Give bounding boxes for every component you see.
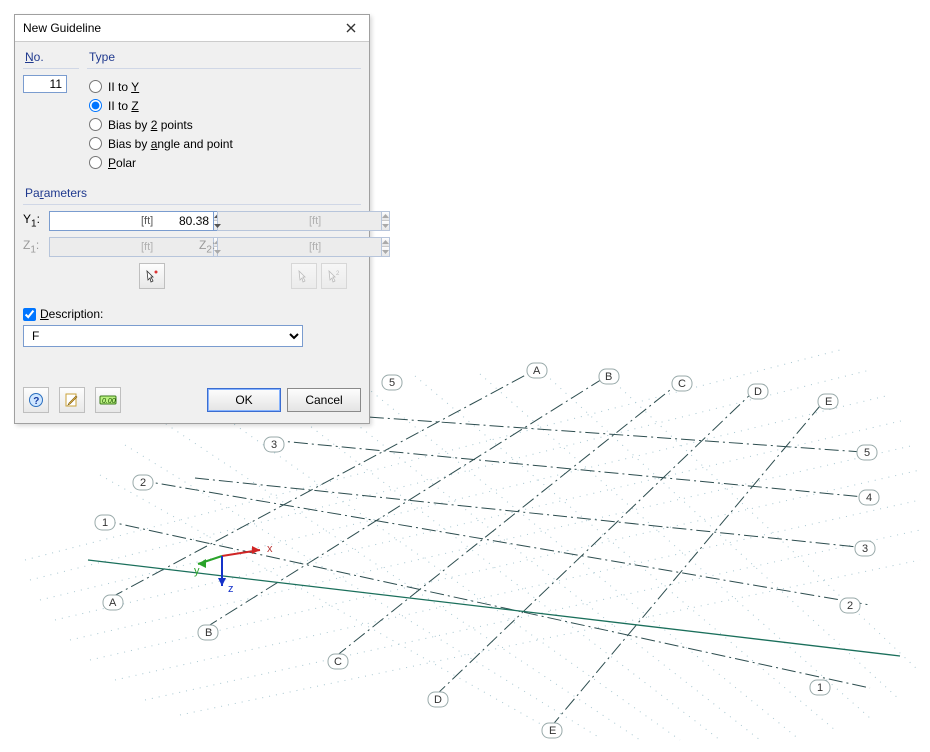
- svg-text:E: E: [549, 725, 556, 737]
- new-guideline-dialog: New Guideline No. Type: [14, 14, 370, 424]
- z2-step-down: [382, 247, 389, 256]
- svg-text:B: B: [605, 371, 612, 383]
- svg-text:y: y: [194, 565, 200, 577]
- parameters-label: Parameters: [23, 184, 361, 202]
- svg-text:x: x: [267, 543, 273, 555]
- y1-input[interactable]: [49, 211, 213, 231]
- r-step-up: [382, 212, 389, 221]
- y1-unit: [ft]: [139, 215, 163, 227]
- svg-text:1: 1: [817, 682, 823, 694]
- type-group: II to Y II to Z Bias by 2 points Bias by…: [87, 75, 361, 176]
- svg-text:1: 1: [102, 517, 108, 529]
- svg-text:0.00: 0.00: [102, 398, 116, 405]
- pick-both-points-button: 2: [321, 263, 347, 289]
- no-label: No.: [23, 48, 79, 66]
- svg-text:5: 5: [389, 377, 395, 389]
- svg-text:2: 2: [847, 600, 853, 612]
- svg-text:?: ?: [33, 396, 39, 407]
- svg-text:A: A: [109, 597, 117, 609]
- description-label: Description:: [40, 307, 103, 321]
- svg-text:D: D: [754, 386, 762, 398]
- z2-input: [217, 237, 381, 257]
- svg-text:A: A: [533, 365, 541, 377]
- y1-spin[interactable]: [49, 211, 139, 231]
- no-input[interactable]: [23, 75, 67, 93]
- dialog-title: New Guideline: [23, 21, 101, 35]
- close-icon[interactable]: [341, 18, 361, 38]
- ok-button[interactable]: OK: [207, 388, 281, 412]
- y1-label: Y1:: [23, 212, 49, 229]
- svg-text:z: z: [228, 583, 234, 595]
- type-label: Type: [87, 48, 361, 66]
- r-input: [217, 211, 381, 231]
- z1-label: Z1:: [23, 238, 49, 255]
- description-combo[interactable]: F: [23, 325, 303, 347]
- svg-text:3: 3: [271, 439, 277, 451]
- z1-unit: [ft]: [139, 241, 163, 253]
- radio-bias-angle[interactable]: Bias by angle and point: [89, 134, 361, 153]
- svg-text:C: C: [334, 656, 342, 668]
- z1-input: [49, 237, 213, 257]
- svg-text:5: 5: [864, 447, 870, 459]
- z1-spin: [49, 237, 139, 257]
- radio-parallel-z[interactable]: II to Z: [89, 96, 361, 115]
- r-spin: [217, 211, 307, 231]
- z2-step-up: [382, 238, 389, 247]
- parameters-grid: Y1: [ft] r: [ft] Z1:: [23, 211, 361, 257]
- svg-text:3: 3: [862, 543, 868, 555]
- svg-text:E: E: [825, 396, 832, 408]
- radio-polar[interactable]: Polar: [89, 153, 361, 172]
- z2-spin: [217, 237, 307, 257]
- svg-text:2: 2: [140, 477, 146, 489]
- units-button[interactable]: 0.00: [95, 387, 121, 413]
- pick-point-2-button: [291, 263, 317, 289]
- pick-point-1-button[interactable]: [139, 263, 165, 289]
- z2-unit: [ft]: [307, 241, 331, 253]
- r-step-down: [382, 221, 389, 230]
- svg-text:C: C: [678, 378, 686, 390]
- description-checkbox[interactable]: [23, 308, 36, 321]
- edit-note-button[interactable]: [59, 387, 85, 413]
- svg-text:2: 2: [336, 271, 340, 277]
- help-button[interactable]: ?: [23, 387, 49, 413]
- radio-parallel-y[interactable]: II to Y: [89, 77, 361, 96]
- cancel-button[interactable]: Cancel: [287, 388, 361, 412]
- svg-text:B: B: [205, 627, 212, 639]
- svg-text:D: D: [434, 694, 442, 706]
- titlebar[interactable]: New Guideline: [15, 15, 369, 42]
- svg-text:4: 4: [866, 492, 872, 504]
- radio-bias-2points[interactable]: Bias by 2 points: [89, 115, 361, 134]
- r-unit: [ft]: [307, 215, 331, 227]
